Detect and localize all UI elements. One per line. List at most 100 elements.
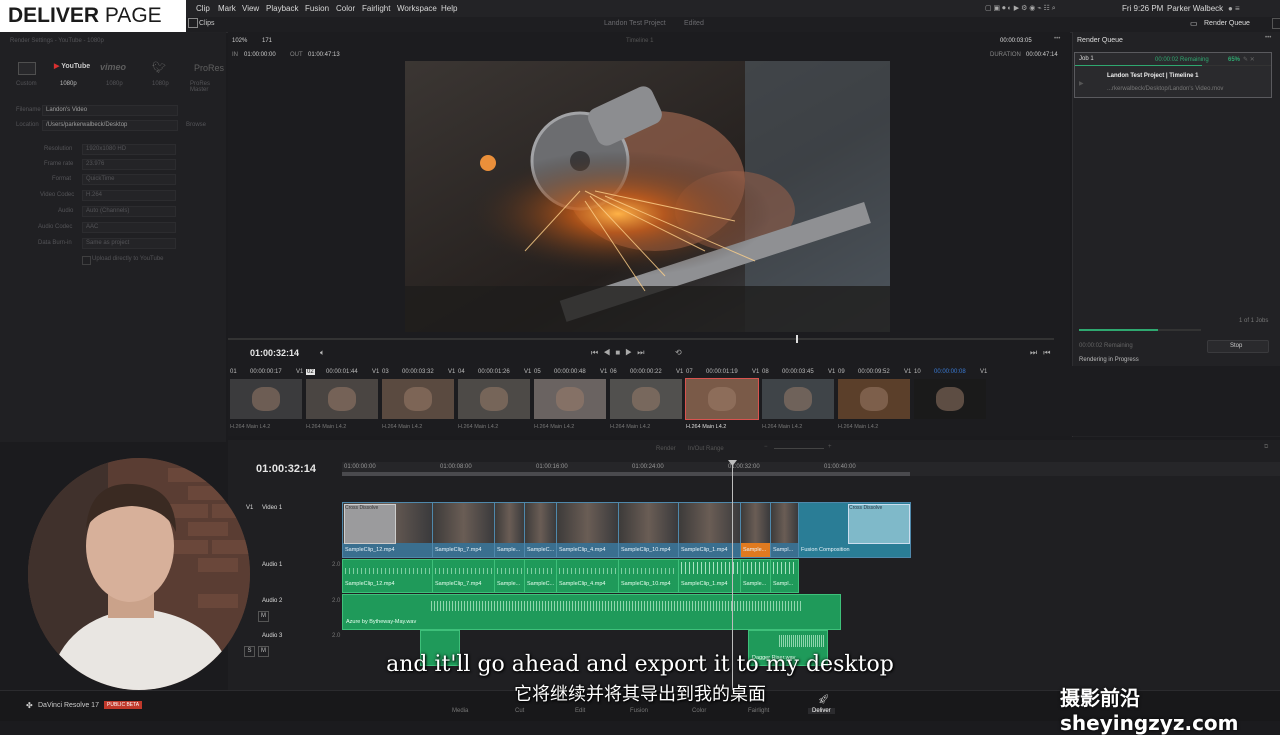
menu-playback[interactable]: Playback xyxy=(266,4,298,13)
menu-clip[interactable]: Clip xyxy=(196,4,210,13)
audio1-clip[interactable]: SampleC... xyxy=(524,559,557,593)
in-out-nav-icons[interactable]: ⏭⏮ xyxy=(1030,348,1056,358)
filename-input[interactable]: Landon's Video xyxy=(42,105,178,116)
menu-fairlight[interactable]: Fairlight xyxy=(362,4,390,13)
audio2-clip[interactable]: Azure by Bytheway-May.wav xyxy=(342,594,841,630)
audio1-clip[interactable]: SampleClip_7.mp4 xyxy=(432,559,495,593)
video-clip[interactable]: Sampl... xyxy=(770,502,799,558)
browse-button[interactable]: Browse xyxy=(186,122,206,128)
ruler-tick: 01:00:40:00 xyxy=(824,464,856,470)
user-name[interactable]: Parker Walbeck xyxy=(1167,4,1223,13)
zoom-level[interactable]: 102% xyxy=(232,38,247,44)
audio1-clip[interactable]: Sampl... xyxy=(770,559,799,593)
field-value: 1920x1080 HD xyxy=(86,146,127,152)
thumbnail-image xyxy=(555,387,585,411)
video-clip[interactable]: Sample... xyxy=(740,502,771,558)
video-clip[interactable]: SampleC... xyxy=(524,502,557,558)
menubar-extras-icon[interactable]: ● ≡ xyxy=(1228,4,1240,13)
mute-button-a2[interactable]: M xyxy=(258,611,269,622)
prores-preset-icon[interactable]: ProRes xyxy=(194,63,224,73)
audio1-clip[interactable]: SampleClip_4.mp4 xyxy=(556,559,619,593)
tab-cut[interactable]: Cut xyxy=(515,708,524,714)
menu-view[interactable]: View xyxy=(242,4,259,13)
transport-controls[interactable]: ⏮◀■▶⏭ xyxy=(591,348,650,358)
audio-codec-select[interactable]: AAC xyxy=(82,222,176,233)
clock: Fri 9:26 PM xyxy=(1122,4,1164,13)
audio1-clip[interactable]: Sample... xyxy=(740,559,771,593)
tab-edit[interactable]: Edit xyxy=(575,708,585,714)
custom-preset-icon[interactable] xyxy=(18,62,36,75)
viewer-scrubber[interactable] xyxy=(228,338,1054,340)
clips-icon[interactable] xyxy=(188,18,198,28)
clips-button[interactable]: Clips xyxy=(199,20,215,27)
clip-thumbnail[interactable] xyxy=(914,379,986,419)
zoom-slider[interactable] xyxy=(774,448,824,449)
transition-cross-dissolve[interactable]: Cross Dissolve xyxy=(344,504,396,544)
waveform xyxy=(621,568,676,574)
timeline-options-icon[interactable]: ⧉ xyxy=(1264,444,1268,451)
stop-button[interactable]: Stop xyxy=(1207,340,1269,353)
tab-media[interactable]: Media xyxy=(452,708,468,714)
job-edit-icons[interactable]: ✎ ✕ xyxy=(1243,56,1255,63)
clip-thumbnail[interactable] xyxy=(610,379,682,419)
burnin-select[interactable]: Same as project xyxy=(82,238,176,249)
title-bold: DELIVER xyxy=(8,4,100,27)
upload-checkbox[interactable] xyxy=(82,256,91,265)
clip-thumbnail[interactable] xyxy=(306,379,378,419)
video-clip[interactable]: SampleClip_7.mp4 xyxy=(432,502,495,558)
clip-thumbnail[interactable] xyxy=(382,379,454,419)
project-title: Landon Test Project xyxy=(604,20,666,27)
render-queue-button[interactable]: Render Queue xyxy=(1204,20,1250,27)
clip-codec: H.264 Main L4.2 xyxy=(382,424,423,430)
viewer-options-icon[interactable]: ••• xyxy=(1054,36,1060,42)
clip-thumbnail[interactable] xyxy=(762,379,834,419)
waveform xyxy=(497,568,522,574)
in-timecode: 01:00:00:00 xyxy=(244,52,276,58)
audio1-clip[interactable]: SampleClip_12.mp4 xyxy=(342,559,433,593)
menu-color[interactable]: Color xyxy=(336,4,355,13)
menu-mark[interactable]: Mark xyxy=(218,4,236,13)
youtube-logo[interactable]: ▶ YouTube xyxy=(54,62,90,70)
transition-cross-dissolve[interactable]: Cross Dissolve xyxy=(848,504,910,544)
clip-thumbnail[interactable] xyxy=(838,379,910,419)
clip-thumbnail[interactable] xyxy=(534,379,606,419)
ruler-tick: 01:00:08:00 xyxy=(440,464,472,470)
zoom-minus-icon[interactable]: − xyxy=(764,444,768,450)
video-clip[interactable]: SampleClip_4.mp4 xyxy=(556,502,619,558)
audio-select[interactable]: Auto (Channels) xyxy=(82,206,176,217)
format-select[interactable]: QuickTime xyxy=(82,174,176,185)
render-job-card[interactable]: Job 1 00:00:02 Remaining 65% ✎ ✕ ▶ Lando… xyxy=(1074,52,1272,98)
vimeo-logo[interactable]: vimeo xyxy=(100,62,126,72)
volume-icon[interactable]: 🔈︎ xyxy=(320,348,325,358)
toolbar-expand-icon[interactable] xyxy=(1272,18,1280,29)
tab-deliver[interactable]: Deliver xyxy=(808,708,835,714)
clip-thumbnail[interactable] xyxy=(458,379,530,419)
framerate-select[interactable]: 23.976 xyxy=(82,159,176,170)
zoom-plus-icon[interactable]: + xyxy=(828,444,832,450)
render-queue-icon[interactable]: ▭ xyxy=(1190,19,1198,28)
scrubber-playhead[interactable] xyxy=(796,335,798,343)
resolution-select[interactable]: 1920x1080 HD xyxy=(82,144,176,155)
video-clip[interactable]: SampleClip_10.mp4 xyxy=(618,502,679,558)
location-input[interactable]: /Users/parkerwalbeck/Desktop xyxy=(42,120,178,131)
menu-help[interactable]: Help xyxy=(441,4,457,13)
render-queue-options-icon[interactable]: ••• xyxy=(1265,35,1271,41)
twitter-logo[interactable]: 🐦︎ xyxy=(152,61,166,74)
codec-select[interactable]: H.264 xyxy=(82,190,176,201)
clip-thumbnail[interactable] xyxy=(230,379,302,419)
in-out-range-bar[interactable] xyxy=(342,472,910,476)
thumbnail-image xyxy=(935,387,965,411)
range-select[interactable]: In/Out Range xyxy=(688,446,724,452)
audio1-clip[interactable]: Sample... xyxy=(494,559,525,593)
audio1-clip[interactable]: SampleClip_10.mp4 xyxy=(618,559,679,593)
tab-fairlight[interactable]: Fairlight xyxy=(748,708,769,714)
video-clip[interactable]: Sample... xyxy=(494,502,525,558)
tab-color[interactable]: Color xyxy=(692,708,706,714)
filename-label: Filename xyxy=(16,107,41,113)
loop-icon[interactable]: ⟲ xyxy=(675,348,682,357)
tab-fusion[interactable]: Fusion xyxy=(630,708,648,714)
menu-workspace[interactable]: Workspace xyxy=(397,4,437,13)
menu-fusion[interactable]: Fusion xyxy=(305,4,329,13)
field-label: Video Codec xyxy=(40,192,75,198)
clip-thumbnail[interactable] xyxy=(685,378,759,420)
